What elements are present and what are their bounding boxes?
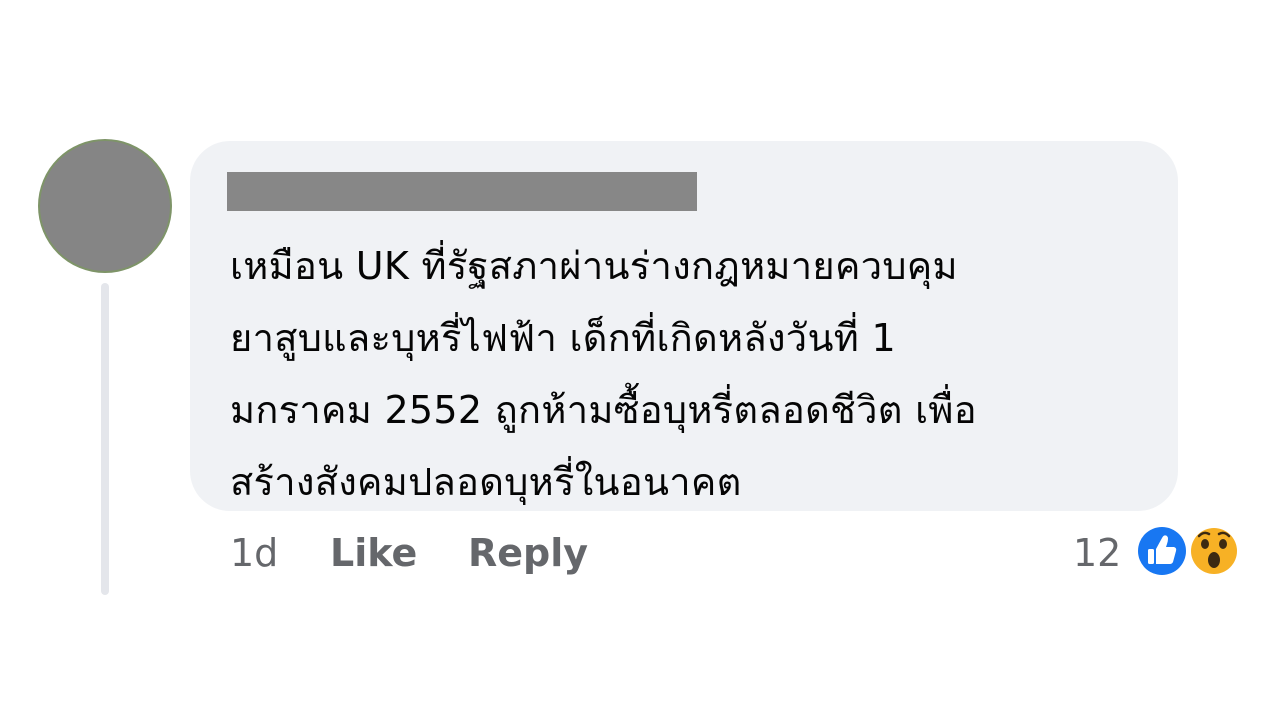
avatar[interactable] [40, 141, 170, 271]
wow-icon [1188, 525, 1240, 577]
like-button[interactable]: Like [330, 528, 417, 578]
comment-timestamp[interactable]: 1d [230, 528, 278, 578]
author-name-redacted[interactable] [227, 172, 697, 211]
comment-text-line: เหมือน UK ที่รัฐสภาผ่านร่างกฎหมายควบคุม [230, 244, 958, 288]
comment-text-line: มกราคม 2552 ถูกห้ามซื้อบุหรี่ตลอดชีวิต เ… [230, 388, 977, 432]
comment-text: เหมือน UK ที่รัฐสภาผ่านร่างกฎหมายควบคุม … [230, 230, 1160, 518]
like-icon [1135, 524, 1189, 578]
thread-line [101, 283, 109, 595]
comment-text-line: ยาสูบและบุหรี่ไฟฟ้า เด็กที่เกิดหลังวันที… [230, 316, 896, 360]
reply-button[interactable]: Reply [468, 528, 588, 578]
reaction-count[interactable]: 12 [1073, 528, 1121, 578]
comment-text-line: สร้างสังคมปลอดบุหรี่ในอนาคต [230, 460, 742, 504]
reaction-icons[interactable] [1134, 523, 1244, 579]
